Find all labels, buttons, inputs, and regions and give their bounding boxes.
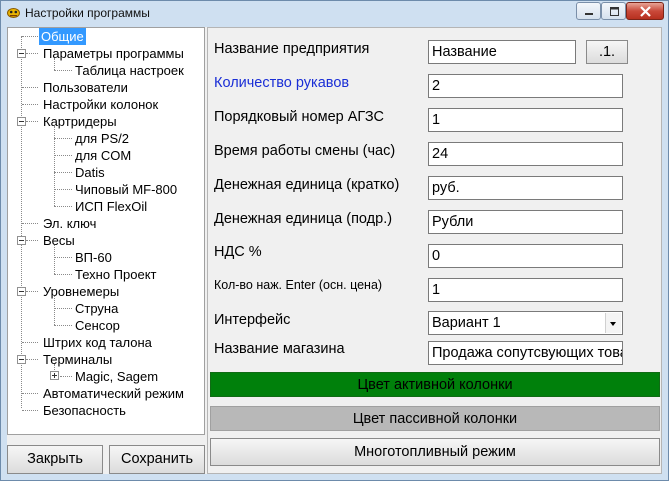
shift-time-label: Время работы смены (час) [214,143,396,159]
collapse-icon[interactable] [17,287,26,296]
shop-name-field[interactable]: Продажа сопутсвующих товаров [428,341,623,365]
currency-short-label: Денежная единица (кратко) [214,177,400,193]
tree-item-techno-project[interactable]: Техно Проект [75,266,157,283]
active-column-color-button[interactable]: Цвет активной колонки [210,372,660,397]
interface-select-value: Вариант 1 [432,315,501,331]
tree-item-security[interactable]: Безопасность [43,402,126,419]
close-icon [640,6,651,17]
tree-item-sensor[interactable]: Сенсор [75,317,120,334]
title-bar[interactable]: Настройки программы [1,1,668,27]
minimize-icon [585,13,593,15]
tree-item-magic-sagem[interactable]: Magic, Sagem [75,368,158,385]
enter-presses-label: Кол-во наж. Enter (осн. цена) [214,278,383,292]
tree-item-auto-mode[interactable]: Автоматический режим [43,385,184,402]
tree-item-com[interactable]: для COM [75,147,131,164]
dropdown-arrow-icon[interactable] [605,313,621,333]
company-name-field[interactable]: Название [428,40,576,64]
tree-item-scales[interactable]: Весы [43,232,75,249]
hoses-field[interactable]: 2 [428,74,623,98]
shift-time-field[interactable]: 24 [428,142,623,166]
close-window-button[interactable] [626,2,664,20]
tree-item-card-readers[interactable]: Картридеры [43,113,117,130]
tree-item-struna[interactable]: Струна [75,300,118,317]
enter-presses-field[interactable]: 1 [428,278,623,302]
tree-item-ps2[interactable]: для PS/2 [75,130,129,147]
tree-item-el-key[interactable]: Эл. ключ [43,215,96,232]
window-title: Настройки программы [25,6,150,20]
minimize-button[interactable] [576,2,601,20]
interface-select[interactable]: Вариант 1 [428,311,623,335]
tree-item-settings-table[interactable]: Таблица настроек [75,62,184,79]
vat-field[interactable]: 0 [428,244,623,268]
currency-short-field[interactable]: руб. [428,176,623,200]
general-settings-panel: Название предприятия Название .1. Количе… [207,27,662,474]
tree-item-datis[interactable]: Datis [75,164,105,181]
vat-label: НДС % [214,244,262,260]
collapse-icon[interactable] [17,49,26,58]
company-name-button[interactable]: .1. [586,40,628,64]
close-button[interactable]: Закрыть [7,445,103,474]
settings-window: Настройки программы Общие Параметры прог… [0,0,669,481]
passive-column-color-button[interactable]: Цвет пассивной колонки [210,406,660,431]
shop-name-label: Название магазина [214,341,345,357]
interface-label: Интерфейс [214,312,291,328]
tree-item-barcode[interactable]: Штрих код талона [43,334,152,351]
station-number-field[interactable]: 1 [428,108,623,132]
maximize-button[interactable] [601,2,626,20]
collapse-icon[interactable] [17,236,26,245]
tree-item-terminals[interactable]: Терминалы [43,351,112,368]
expand-icon[interactable] [50,371,59,380]
company-name-label: Название предприятия [214,41,370,57]
tree-item-general[interactable]: Общие [39,28,86,45]
station-number-label: Порядковый номер АГЗС [214,109,384,125]
currency-sub-label: Денежная единица (подр.) [214,211,393,227]
window-content: Общие Параметры программы Таблица настро… [7,27,662,474]
tree-item-vp60[interactable]: ВП-60 [75,249,112,266]
tree-item-level-gauges[interactable]: Уровнемеры [43,283,119,300]
settings-tree[interactable]: Общие Параметры программы Таблица настро… [7,27,205,435]
tree-item-flexoil[interactable]: ИСП FlexOil [75,198,147,215]
tree-item-mf800[interactable]: Чиповый MF-800 [75,181,177,198]
tree-item-users[interactable]: Пользователи [43,79,128,96]
collapse-icon[interactable] [17,117,26,126]
tree-item-column-settings[interactable]: Настройки колонок [43,96,158,113]
collapse-icon[interactable] [17,355,26,364]
currency-sub-field[interactable]: Рубли [428,210,623,234]
multifuel-mode-button[interactable]: Многотопливный режим [210,438,660,466]
hoses-label: Количество рукавов [214,75,350,91]
tree-item-program-params[interactable]: Параметры программы [43,45,184,62]
app-icon [7,8,20,18]
maximize-icon [610,7,619,16]
save-button[interactable]: Сохранить [109,445,205,474]
